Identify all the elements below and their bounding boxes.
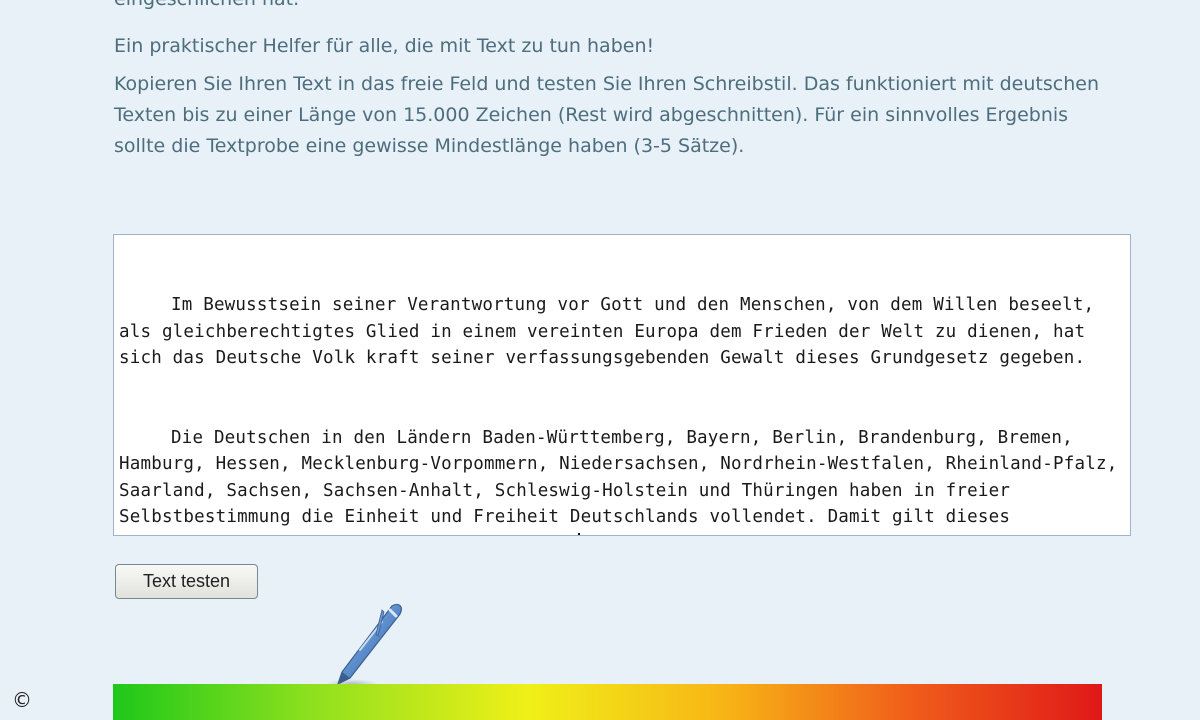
textarea-paragraph-2-text: Die Deutschen in den Ländern Baden-Württ… <box>119 427 1118 536</box>
text-input-area[interactable]: Im Bewusstsein seiner Verantwortung vor … <box>113 234 1131 536</box>
pen-icon <box>326 603 402 689</box>
textarea-paragraph-1: Im Bewusstsein seiner Verantwortung vor … <box>119 295 1106 368</box>
intro-clipped-line: eingeschlichen hat. <box>114 0 299 15</box>
intro-tagline: Ein praktischer Helfer für alle, die mit… <box>114 35 655 57</box>
text-caret <box>577 532 580 535</box>
copyright-icon: © <box>12 688 32 712</box>
textarea-paragraph-2: Die Deutschen in den Ländern Baden-Württ… <box>119 425 1120 535</box>
test-text-button[interactable]: Text testen <box>115 564 258 599</box>
intro-instructions: Kopieren Sie Ihren Text in das freie Fel… <box>114 73 1099 157</box>
style-rating-scale <box>113 684 1102 720</box>
